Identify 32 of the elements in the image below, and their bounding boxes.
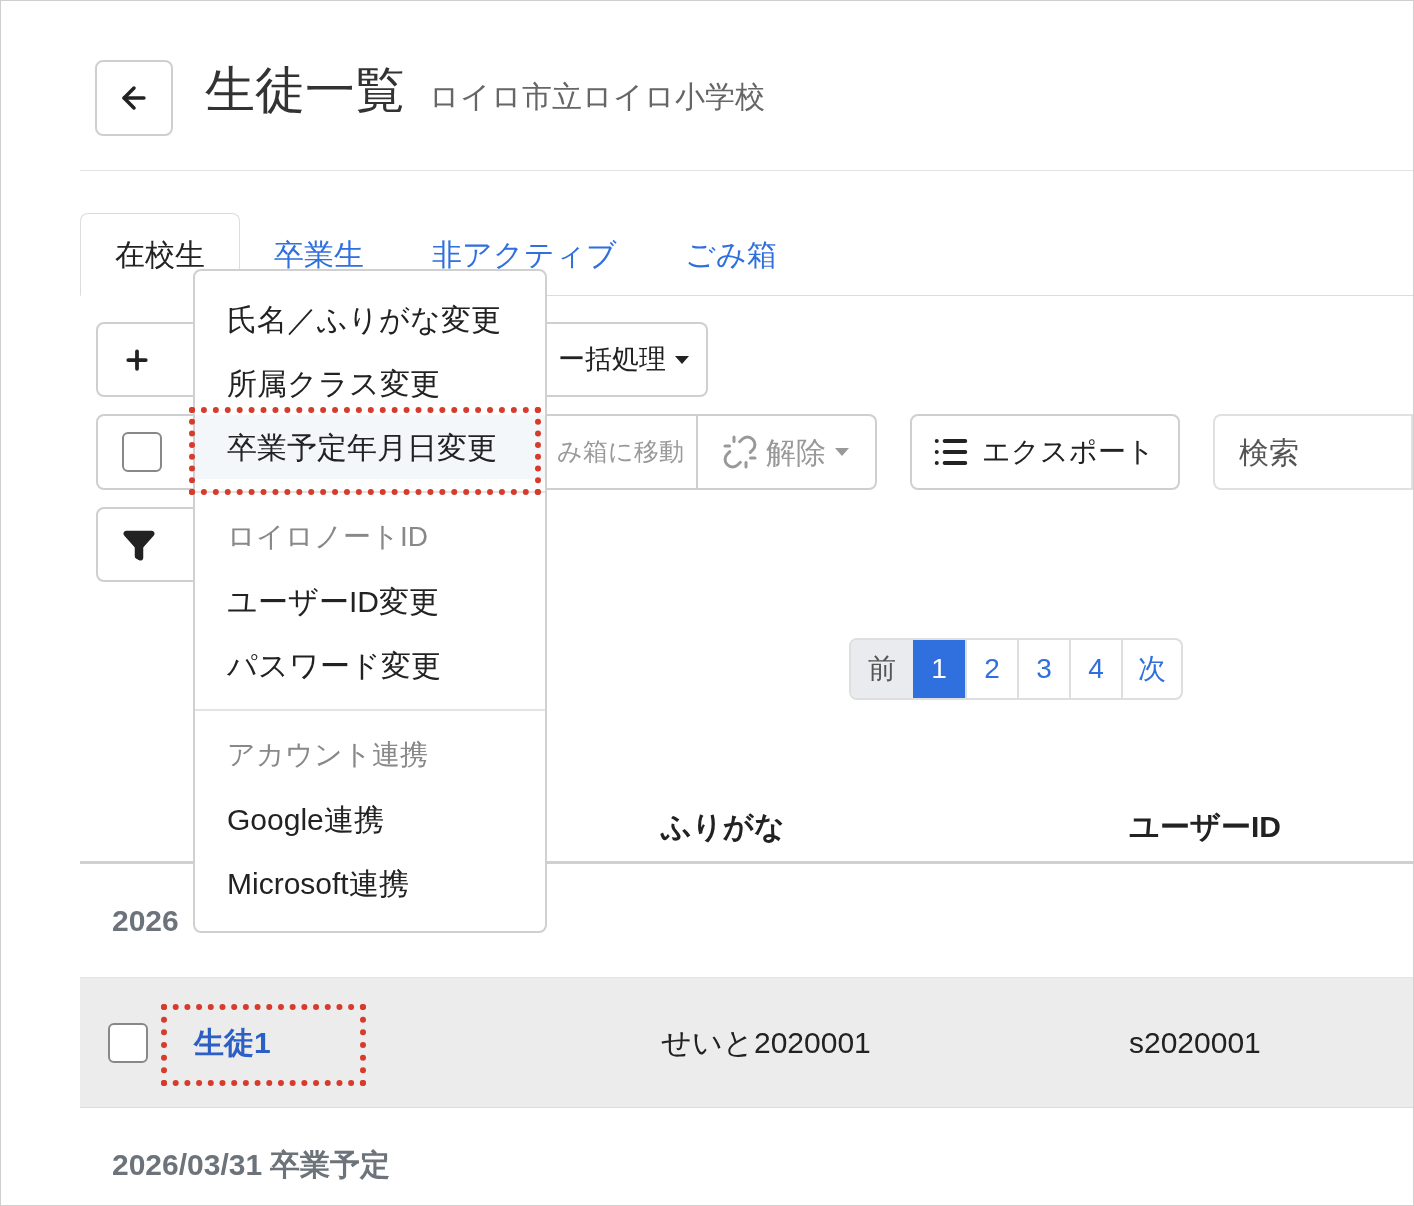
menu-item[interactable]: Google連携 [195,787,545,851]
page-button[interactable]: 1 [913,640,965,698]
row-checkbox[interactable] [108,1022,148,1063]
caret-icon [674,354,690,365]
tab[interactable]: 在校生 [80,213,240,296]
search-field[interactable]: 検索 [1213,414,1413,490]
table-cell-text: せいと2020001 [661,1025,872,1061]
menu-item[interactable]: Microsoft連携 [195,851,545,915]
column-header: ユーザーID [1129,809,1281,845]
student-name-link[interactable]: 生徒1 [194,1020,661,1065]
menu-item[interactable]: 卒業予定年月日変更 [195,415,545,479]
next-page-button[interactable]: 次 [1121,640,1181,698]
menu-section-heading: ロイロノートID [227,520,428,554]
page-title: 生徒一覧 [205,61,405,120]
page-button[interactable]: 2 [965,640,1017,698]
caret-icon [833,447,850,457]
prev-page-button[interactable]: 前 [851,640,913,698]
group-heading: 2026/03/31 卒業予定 [112,1147,391,1183]
menu-item[interactable]: ユーザーID変更 [195,569,545,633]
back-button[interactable] [95,60,173,136]
school-name: ロイロ市立ロイロ小学校 [429,79,765,115]
page-button[interactable]: 3 [1017,640,1069,698]
column-header: ふりがな [661,809,786,845]
select-all-checkbox[interactable] [122,432,162,472]
page-button[interactable]: 4 [1069,640,1121,698]
table-cell-text: s2020001 [1129,1025,1261,1061]
group-heading: 2026 [112,903,179,939]
menu-section-heading: アカウント連携 [227,738,428,772]
menu-item[interactable]: パスワード変更 [195,633,545,697]
export-button[interactable]: エクスポート [909,414,1180,490]
unlink-icon [721,434,758,470]
tab[interactable]: ごみ箱 [651,213,811,295]
